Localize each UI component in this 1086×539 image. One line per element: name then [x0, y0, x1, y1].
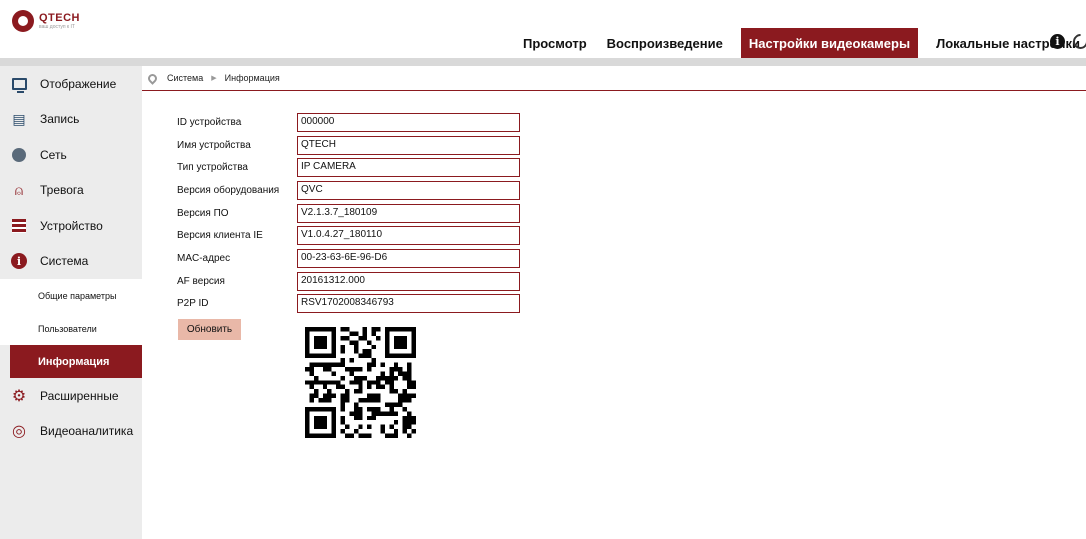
sidebar-item-label: Система — [40, 254, 89, 269]
form-row-mac-address: MAC-адрес 00-23-63-6E-96-D6 — [177, 247, 520, 270]
sidebar-item-display[interactable]: Отображение — [0, 66, 142, 102]
form-row-af-version: AF версия 20161312.000 — [177, 270, 520, 293]
field-label: P2P ID — [177, 298, 209, 310]
breadcrumb-root[interactable]: Система — [167, 73, 203, 83]
nav-camera-settings[interactable]: Настройки видеокамеры — [740, 28, 919, 58]
qtech-logo: QTECH ваш доступ к IT — [12, 10, 80, 32]
header: QTECH ваш доступ к IT Просмотр Воспроизв… — [0, 0, 1086, 58]
af-version-field: 20161312.000 — [297, 271, 520, 291]
sidebar: Отображение ▤ Запись Сеть ⍝ Тревога Устр… — [0, 66, 142, 539]
hardware-version-field: QVC — [297, 180, 520, 200]
nav-playback[interactable]: Воспроизведение — [597, 28, 733, 58]
form-row-device-id: ID устройства 000000 — [177, 111, 520, 134]
device-id-field: 000000 — [297, 112, 520, 132]
ie-client-version-field: V1.0.4.27_180110 — [297, 226, 520, 246]
sidebar-item-alarm[interactable]: ⍝ Тревога — [0, 173, 142, 209]
alarm-icon: ⍝ — [14, 181, 24, 198]
breadcrumb: Система ▶ Информация — [142, 66, 1086, 91]
mac-address-field: 00-23-63-6E-96-D6 — [297, 248, 520, 268]
form-row-device-type: Тип устройства IP CAMERA — [177, 156, 520, 179]
system-icon: i — [10, 252, 28, 270]
form-row-ie-client-version: Версия клиента IE V1.0.4.27_180110 — [177, 224, 520, 247]
qr-code-image — [305, 327, 416, 438]
form-row-software-version: Версия ПО V2.1.3.7_180109 — [177, 202, 520, 225]
field-label: AF версия — [177, 275, 225, 287]
sidebar-item-analytics[interactable]: ◎ Видеоаналитика — [0, 414, 142, 450]
sidebar-item-system[interactable]: i Система — [0, 244, 142, 280]
network-icon — [10, 146, 28, 164]
logo-icon — [12, 10, 34, 32]
sidebar-item-label: Отображение — [40, 76, 117, 91]
sidebar-subitem-users[interactable]: Пользователи — [0, 312, 142, 345]
sidebar-item-advanced[interactable]: ⚙ Расширенные — [0, 378, 142, 414]
sidebar-item-label: Запись — [40, 112, 80, 127]
chevron-right-icon: ▶ — [211, 75, 217, 82]
device-icon — [10, 217, 28, 235]
device-info-form: ID устройства 000000 Имя устройства QTEC… — [177, 111, 520, 315]
top-nav: Просмотр Воспроизведение Настройки видео… — [513, 28, 1086, 58]
gear-icon: ⚙ — [11, 387, 27, 405]
logo-tagline: ваш доступ к IT — [39, 23, 75, 30]
sidebar-item-network[interactable]: Сеть — [0, 137, 142, 173]
sidebar-subitem-information[interactable]: Информация — [10, 345, 142, 378]
sidebar-item-label: Тревога — [40, 183, 84, 198]
device-type-field: IP CAMERA — [297, 158, 520, 178]
software-version-field: V2.1.3.7_180109 — [297, 203, 520, 223]
info-icon[interactable]: i — [1050, 34, 1065, 49]
sidebar-item-label: Видеоаналитика — [40, 424, 134, 439]
location-pin-icon — [146, 71, 159, 85]
breadcrumb-current: Информация — [224, 73, 280, 83]
device-name-field: QTECH — [297, 135, 520, 155]
refresh-button[interactable]: Обновить — [178, 319, 241, 340]
field-label: Версия оборудования — [177, 184, 280, 196]
field-label: MAC-адрес — [177, 252, 231, 264]
field-label: ID устройства — [177, 116, 242, 128]
form-row-device-name: Имя устройства QTECH — [177, 134, 520, 157]
form-row-p2p-id: P2P ID RSV1702008346793 — [177, 293, 520, 316]
field-label: Версия клиента IE — [177, 230, 263, 242]
field-label: Версия ПО — [177, 207, 229, 219]
record-icon: ▤ — [12, 110, 26, 127]
p2p-id-field: RSV1702008346793 — [297, 294, 520, 314]
analytics-icon: ◎ — [12, 423, 26, 441]
sidebar-item-label: Сеть — [40, 147, 67, 162]
form-row-hardware-version: Версия оборудования QVC — [177, 179, 520, 202]
field-label: Имя устройства — [177, 139, 251, 151]
display-icon — [10, 75, 28, 93]
sidebar-item-device[interactable]: Устройство — [0, 208, 142, 244]
power-icon[interactable] — [1069, 30, 1086, 53]
sidebar-subitem-general[interactable]: Общие параметры — [0, 279, 142, 312]
sidebar-item-label: Устройство — [40, 218, 103, 233]
sidebar-item-record[interactable]: ▤ Запись — [0, 102, 142, 138]
header-divider — [0, 58, 1086, 66]
sidebar-item-label: Расширенные — [40, 388, 119, 403]
field-label: Тип устройства — [177, 162, 248, 174]
logo-name: QTECH — [39, 11, 80, 24]
nav-preview[interactable]: Просмотр — [513, 28, 597, 58]
